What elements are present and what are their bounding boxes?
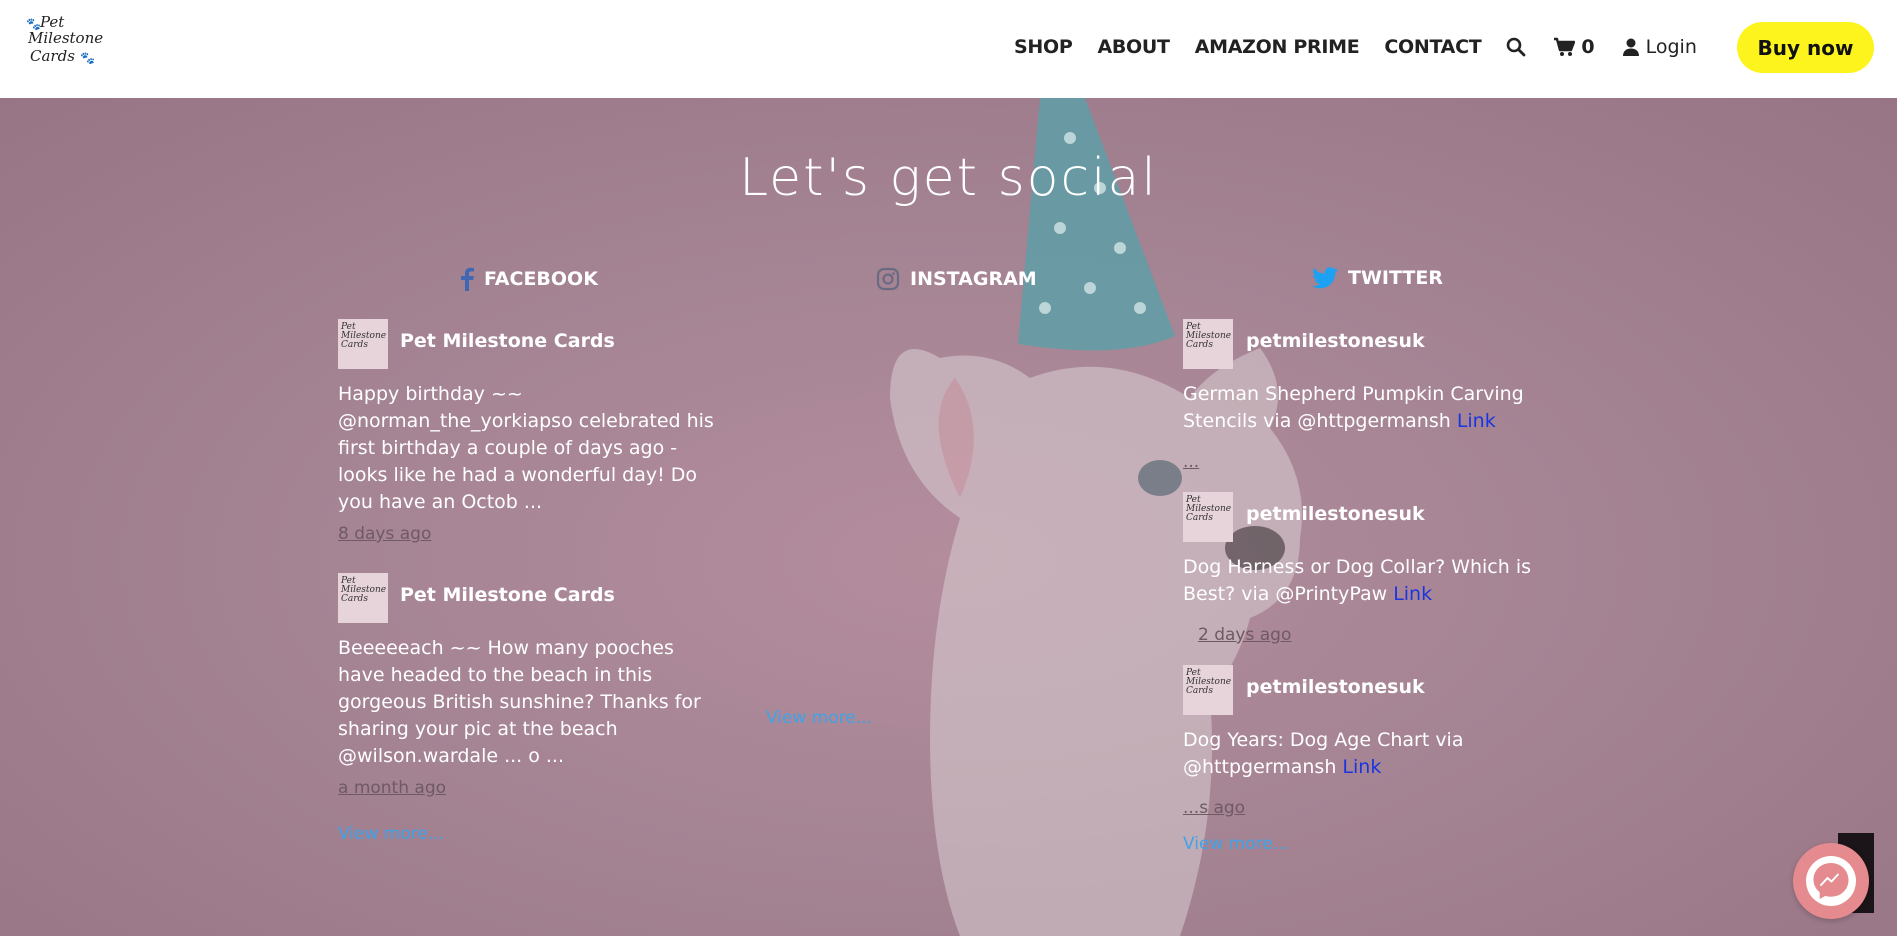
avatar: Pet Milestone Cards [338, 319, 388, 369]
cart-button[interactable]: 0 [1553, 36, 1595, 58]
facebook-icon [461, 267, 474, 291]
buy-now-button[interactable]: Buy now [1737, 22, 1874, 73]
facebook-post-author[interactable]: Pet Milestone Cards [400, 330, 615, 352]
instagram-label: INSTAGRAM [910, 268, 1037, 290]
user-icon [1622, 38, 1639, 56]
tweet-link[interactable]: Link [1457, 410, 1496, 432]
avatar: Pet Milestone Cards [1183, 492, 1233, 542]
nav-shop[interactable]: SHOP [1014, 36, 1073, 58]
site-header: 🐾 Pet Milestone Cards 🐾 SHOP ABOUT AMAZO… [0, 0, 1897, 98]
tweet-link[interactable]: Link [1393, 583, 1432, 605]
nav-contact[interactable]: CONTACT [1384, 36, 1481, 58]
facebook-label: FACEBOOK [484, 268, 598, 290]
facebook-heading[interactable]: FACEBOOK [460, 267, 598, 291]
messenger-chat-button[interactable] [1793, 843, 1869, 919]
messenger-icon [1806, 856, 1856, 906]
logo-line-3: Cards [30, 47, 75, 65]
logo-line-2: Milestone [28, 29, 104, 47]
cart-icon [1554, 37, 1576, 56]
avatar: Pet Milestone Cards [338, 573, 388, 623]
main-nav: SHOP ABOUT AMAZON PRIME CONTACT 0 Login [1014, 36, 1724, 58]
tweet-text: Dog Years: Dog Age Chart via @httpgerman… [1183, 729, 1464, 778]
tweet-text: Dog Harness or Dog Collar? Which is Best… [1183, 556, 1532, 605]
cart-count: 0 [1581, 36, 1595, 58]
facebook-view-more-link[interactable]: View more... [338, 824, 444, 844]
twitter-heading[interactable]: TWITTER [1312, 267, 1443, 289]
facebook-post-author[interactable]: Pet Milestone Cards [400, 584, 615, 606]
facebook-post-text: Beeeeeach ~~ How many pooches have heade… [338, 637, 701, 767]
login-button[interactable]: Login [1622, 36, 1697, 58]
twitter-post-time[interactable]: 2 days ago [1198, 625, 1291, 645]
login-label: Login [1645, 36, 1697, 58]
twitter-post-text: Dog Harness or Dog Collar? Which is Best… [1183, 554, 1563, 608]
instagram-heading[interactable]: INSTAGRAM [876, 267, 1037, 291]
twitter-icon [1312, 267, 1338, 289]
instagram-icon [876, 267, 900, 291]
twitter-post-author[interactable]: petmilestonesuk [1246, 503, 1425, 525]
nav-about[interactable]: ABOUT [1097, 36, 1170, 58]
search-icon [1507, 37, 1526, 57]
twitter-post-text: Dog Years: Dog Age Chart via @httpgerman… [1183, 727, 1563, 781]
facebook-post-text: Happy birthday ~~ @norman_the_yorkiapso … [338, 383, 714, 513]
twitter-post-text: German Shepherd Pumpkin Carving Stencils… [1183, 381, 1563, 435]
search-button[interactable] [1506, 37, 1526, 57]
logo[interactable]: 🐾 Pet Milestone Cards 🐾 [26, 14, 103, 74]
facebook-post-time[interactable]: 8 days ago [338, 524, 431, 544]
twitter-post-author[interactable]: petmilestonesuk [1246, 330, 1425, 352]
social-section: Let's get social FACEBOOK Pet Milestone Ca… [0, 98, 1897, 936]
avatar: Pet Milestone Cards [1183, 665, 1233, 715]
paw-icon: 🐾 [80, 51, 95, 65]
avatar: Pet Milestone Cards [1183, 319, 1233, 369]
twitter-view-more-link[interactable]: View more... [1183, 834, 1289, 854]
twitter-post-author[interactable]: petmilestonesuk [1246, 676, 1425, 698]
twitter-post-time[interactable]: ... [1183, 452, 1199, 472]
facebook-post-time[interactable]: a month ago [338, 778, 446, 798]
section-title: Let's get social [739, 148, 1158, 208]
dog-background-image [890, 98, 1302, 936]
instagram-view-more-link[interactable]: View more... [766, 708, 872, 728]
nav-amazon-prime[interactable]: AMAZON PRIME [1195, 36, 1360, 58]
twitter-post-time[interactable]: ...s ago [1183, 798, 1245, 818]
tweet-link[interactable]: Link [1342, 756, 1381, 778]
twitter-label: TWITTER [1348, 267, 1443, 289]
